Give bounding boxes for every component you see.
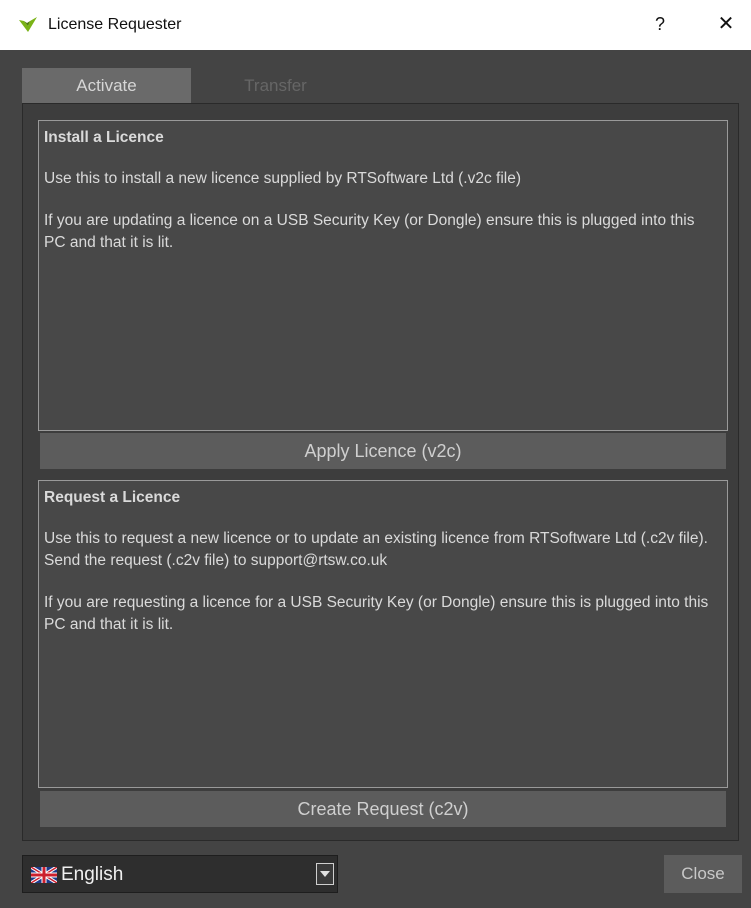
request-licence-heading: Request a Licence (44, 489, 181, 506)
request-licence-group: Request a Licence Use this to request a … (38, 480, 728, 788)
help-button[interactable]: ? (648, 10, 672, 38)
close-button[interactable]: Close (664, 855, 742, 893)
window-close-button[interactable]: ✕ (712, 10, 740, 38)
tab-activate[interactable]: Activate (22, 68, 191, 103)
install-licence-dongle-note: If you are updating a licence on a USB S… (44, 212, 695, 251)
create-request-button[interactable]: Create Request (c2v) (40, 791, 726, 827)
apply-licence-button[interactable]: Apply Licence (v2c) (40, 433, 726, 469)
language-select[interactable]: English (22, 855, 338, 893)
install-licence-heading: Install a Licence (44, 129, 164, 146)
window-title: License Requester (48, 16, 182, 33)
chevron-down-icon[interactable] (316, 863, 334, 885)
tab-transfer[interactable]: Transfer (191, 68, 360, 103)
install-licence-group: Install a Licence Use this to install a … (38, 120, 728, 431)
install-licence-description: Use this to install a new licence suppli… (44, 170, 521, 187)
license-requester-window: License Requester ? ✕ Activate Transfer … (0, 0, 751, 908)
request-licence-dongle-note: If you are requesting a licence for a US… (44, 594, 709, 633)
uk-flag-icon (31, 867, 57, 883)
language-selected-value: English (61, 864, 124, 885)
title-bar: License Requester ? ✕ (0, 0, 751, 50)
app-logo-icon (19, 17, 37, 32)
request-licence-description: Use this to request a new licence or to … (44, 530, 708, 569)
